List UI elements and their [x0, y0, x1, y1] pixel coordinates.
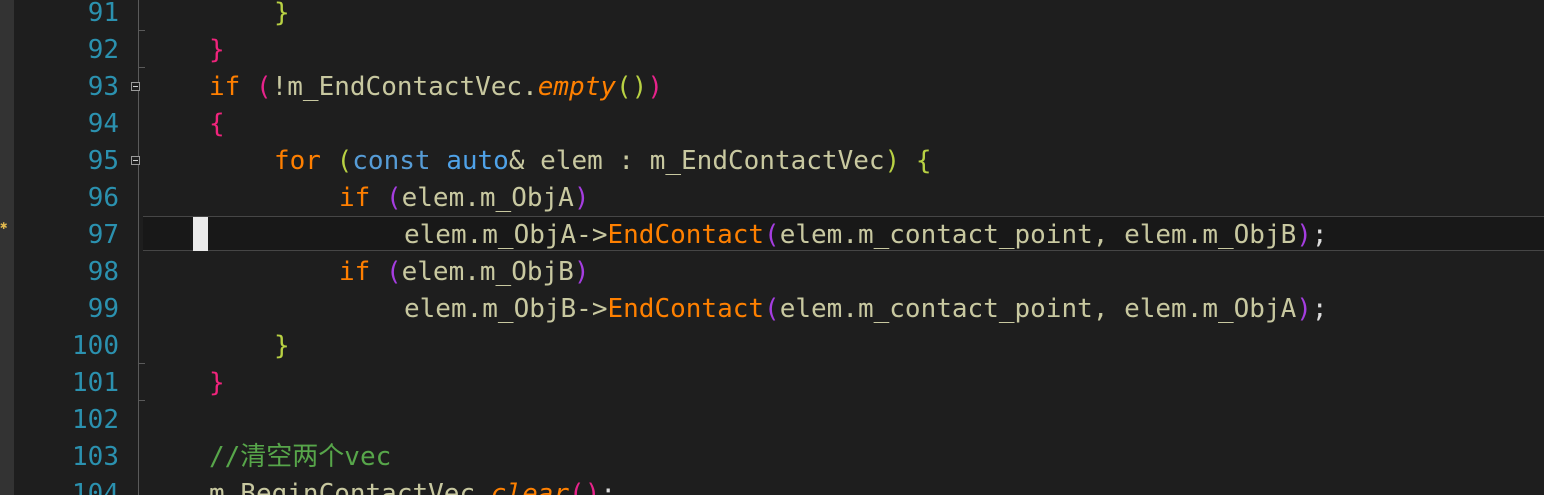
code-text[interactable]: m_BeginContactVec.clear();: [209, 476, 616, 495]
code-token: auto: [446, 146, 509, 176]
line-number: 96: [87, 183, 119, 213]
code-token: elem.m_ObjB->: [404, 294, 608, 324]
code-token: ;: [1311, 294, 1328, 324]
line-number: 93: [87, 72, 119, 102]
outline-end-tick: [138, 363, 145, 364]
code-token: }: [274, 0, 290, 28]
line-number: 103: [72, 442, 119, 472]
code-line[interactable]: 104 m_BeginContactVec.clear();: [0, 476, 1544, 495]
code-token: }: [209, 35, 225, 65]
code-token: & elem : m_EndContactVec: [508, 146, 885, 176]
code-line[interactable]: 96 if (elem.m_ObjA): [0, 180, 1544, 217]
code-text[interactable]: elem.m_ObjB->EndContact(elem.m_contact_p…: [404, 291, 1328, 328]
code-line[interactable]: 103 //清空两个vec: [0, 439, 1544, 476]
code-line[interactable]: 92}: [0, 32, 1544, 69]
outline-end-tick: [138, 67, 145, 68]
code-token: ): [1296, 294, 1312, 324]
code-token: elem.m_contact_point, elem.m_ObjA: [779, 294, 1297, 324]
code-line[interactable]: 91}: [0, 0, 1544, 32]
code-editor[interactable]: ✱ 91} 92} 93 if (!m_EndContactVec.empty()) 9…: [0, 0, 1544, 495]
line-number: 92: [87, 35, 119, 65]
code-token: ;: [1311, 220, 1328, 250]
code-token: m_BeginContactVec.: [209, 479, 491, 495]
code-line[interactable]: 94 {: [0, 106, 1544, 143]
code-text[interactable]: }: [209, 32, 225, 69]
code-text[interactable]: if (!m_EndContactVec.empty()): [209, 69, 663, 106]
code-token: }: [209, 368, 225, 398]
line-number: 91: [87, 0, 119, 28]
line-number: 102: [72, 405, 119, 435]
code-line[interactable]: 99 elem.m_ObjB->EndContact(elem.m_contact…: [0, 291, 1544, 328]
code-token: (: [764, 294, 780, 324]
code-text[interactable]: if (elem.m_ObjB): [339, 254, 589, 291]
code-token: ): [1296, 220, 1312, 250]
line-number: 100: [72, 331, 119, 361]
code-token: {: [915, 146, 932, 176]
code-token: empty: [537, 72, 617, 102]
code-token: for: [274, 146, 321, 176]
code-token: if: [209, 72, 241, 102]
line-number: 95: [87, 146, 119, 176]
code-text[interactable]: //清空两个vec: [209, 439, 391, 476]
code-token: //清空两个vec: [209, 442, 392, 472]
code-token: ): [647, 72, 663, 102]
code-token: (: [385, 183, 402, 213]
code-line[interactable]: 93 if (!m_EndContactVec.empty()): [0, 69, 1544, 106]
code-token: (: [336, 146, 353, 176]
line-number: 94: [87, 109, 119, 139]
code-token: elem.m_ObjA->: [404, 220, 608, 250]
code-token: (: [255, 72, 272, 102]
outline-end-tick: [138, 400, 145, 401]
code-token: ): [573, 257, 590, 287]
code-token: const: [352, 146, 431, 176]
code-token: !m_EndContactVec.: [271, 72, 538, 102]
code-token: (): [616, 72, 648, 102]
code-token: if: [339, 183, 371, 213]
collapse-minus-icon[interactable]: [131, 156, 140, 165]
code-line[interactable]: 98 if (elem.m_ObjB): [0, 254, 1544, 291]
code-token: (): [569, 479, 601, 495]
code-token: EndContact: [607, 294, 765, 324]
line-number: 98: [87, 257, 119, 287]
code-token: EndContact: [607, 220, 765, 250]
code-line[interactable]: 100}: [0, 328, 1544, 365]
code-line[interactable]: 101}: [0, 365, 1544, 402]
code-line[interactable]: 102: [0, 402, 1544, 439]
code-token: (: [385, 257, 402, 287]
code-text[interactable]: }: [274, 0, 290, 32]
code-text[interactable]: if (elem.m_ObjA): [339, 180, 589, 217]
code-token: ;: [600, 479, 617, 495]
code-token: (: [764, 220, 780, 250]
code-text[interactable]: }: [209, 365, 225, 402]
code-token: ): [573, 183, 590, 213]
line-number: 97: [87, 220, 119, 250]
code-text[interactable]: }: [274, 328, 290, 365]
line-number: 104: [72, 479, 119, 495]
code-token: clear: [490, 479, 570, 495]
code-token: ): [884, 146, 916, 176]
line-number: 101: [72, 368, 119, 398]
code-token: elem.m_contact_point, elem.m_ObjB: [779, 220, 1297, 250]
code-token: }: [274, 331, 290, 361]
code-token: if: [339, 257, 371, 287]
code-line[interactable]: 95 for (const auto& elem : m_EndContactVe…: [0, 143, 1544, 180]
code-text[interactable]: for (const auto& elem : m_EndContactVec)…: [274, 143, 932, 180]
code-token: {: [209, 109, 225, 139]
line-number: 99: [87, 294, 119, 324]
code-text[interactable]: {: [209, 106, 225, 143]
code-token: elem.m_ObjA: [401, 183, 574, 213]
code-text[interactable]: elem.m_ObjA->EndContact(elem.m_contact_p…: [404, 217, 1328, 254]
collapse-minus-icon[interactable]: [131, 82, 140, 91]
outline-end-tick: [138, 30, 145, 31]
code-line[interactable]: 97 elem.m_ObjA->EndContact(elem.m_contact…: [0, 217, 1544, 254]
code-token: elem.m_ObjB: [401, 257, 574, 287]
